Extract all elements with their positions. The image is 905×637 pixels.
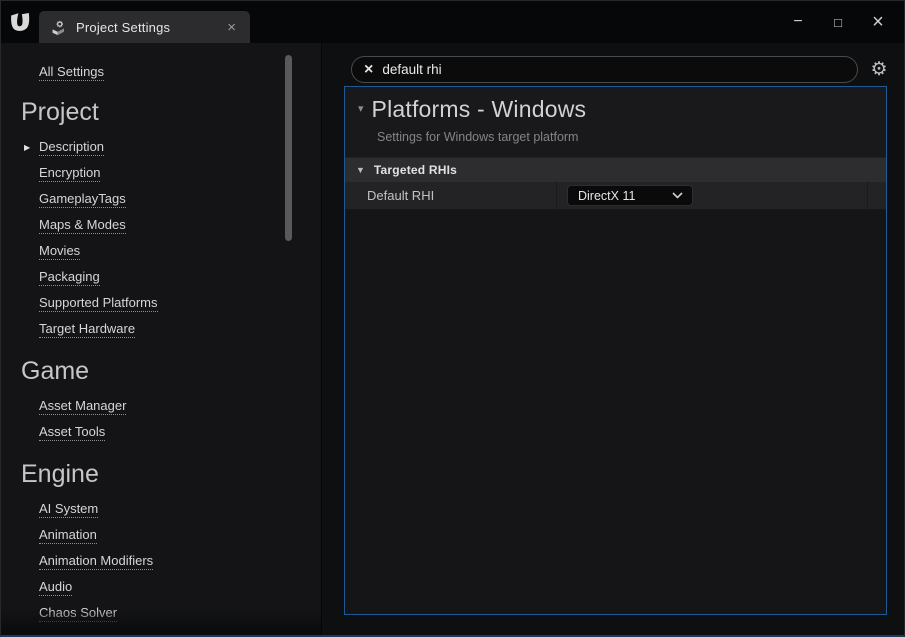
sidebar-item-animation[interactable]: Animation [1,522,321,548]
page-title: Platforms - Windows [371,96,587,122]
sidebar-item-asset-manager[interactable]: Asset Manager [1,393,321,419]
window-controls: − □ × [778,1,898,43]
settings-sidebar: All Settings Project ▶ Description Encry… [1,43,322,635]
sidebar-section-project: Project [21,98,99,126]
panel-empty-space [345,210,886,614]
sidebar-item-animation-modifiers[interactable]: Animation Modifiers [1,548,321,574]
settings-gear-icon[interactable]: ⚙ [867,60,891,79]
sidebar-item-ai-system[interactable]: AI System [1,496,321,522]
sidebar-item-target-hardware[interactable]: Target Hardware [1,316,321,342]
project-settings-window: Project Settings × − □ × All Settings Pr… [0,0,905,637]
property-row-spare [868,182,886,209]
unreal-engine-logo-icon [1,1,39,43]
sidebar-item-all-settings[interactable]: All Settings [39,64,105,81]
main-area: All Settings Project ▶ Description Encry… [1,43,904,635]
sidebar-item-packaging[interactable]: Packaging [1,264,321,290]
chevron-down-icon [672,192,683,199]
project-settings-gear-icon [50,19,67,36]
category-expander-icon[interactable]: ▼ [356,165,365,175]
sidebar-section-engine: Engine [21,460,99,488]
search-input[interactable] [382,62,845,77]
sidebar-item-cinematic-camera[interactable]: Cinematic Camera [1,626,321,636]
page-subtitle: Settings for Windows target platform [377,130,579,144]
clear-search-icon[interactable]: × [364,61,373,78]
tab-title: Project Settings [76,19,171,35]
default-rhi-dropdown[interactable]: DirectX 11 [567,185,693,206]
settings-panel: ▾ Platforms - Windows Settings for Windo… [344,86,887,615]
sidebar-section-game: Game [21,357,90,385]
category-label: Targeted RHIs [373,163,457,177]
dropdown-selected-value: DirectX 11 [578,188,636,203]
category-targeted-rhis[interactable]: ▼ Targeted RHIs [345,157,886,182]
content-area: × ⚙ ▾ Platforms - Windows Settings for W… [322,43,904,635]
search-row: × ⚙ [351,56,891,83]
panel-header: ▾ Platforms - Windows Settings for Windo… [345,87,886,157]
sidebar-item-maps-modes[interactable]: Maps & Modes [1,212,321,238]
sidebar-item-asset-tools[interactable]: Asset Tools [1,419,321,445]
tab-project-settings[interactable]: Project Settings × [39,11,250,43]
sidebar-item-movies[interactable]: Movies [1,238,321,264]
property-row-default-rhi: Default RHI DirectX 11 [345,182,886,210]
sidebar-scrollbar[interactable] [285,55,292,241]
close-button[interactable]: × [858,11,898,34]
section-expander-icon[interactable]: ▾ [358,104,364,115]
sidebar-item-chaos-solver[interactable]: Chaos Solver [1,600,321,626]
maximize-button[interactable]: □ [818,15,858,30]
search-box[interactable]: × [351,56,858,83]
sidebar-item-supported-platforms[interactable]: Supported Platforms [1,290,321,316]
sidebar-item-gameplaytags[interactable]: GameplayTags [1,186,321,212]
titlebar: Project Settings × − □ × [1,1,904,43]
sidebar-item-encryption[interactable]: Encryption [1,160,321,186]
tab-close-icon[interactable]: × [223,18,240,37]
sidebar-item-description[interactable]: ▶ Description [1,134,321,160]
sidebar-item-audio[interactable]: Audio [1,574,321,600]
minimize-button[interactable]: − [778,13,818,31]
property-label: Default RHI [345,182,557,209]
property-value-cell: DirectX 11 [557,182,868,209]
triangle-right-icon: ▶ [24,143,31,152]
